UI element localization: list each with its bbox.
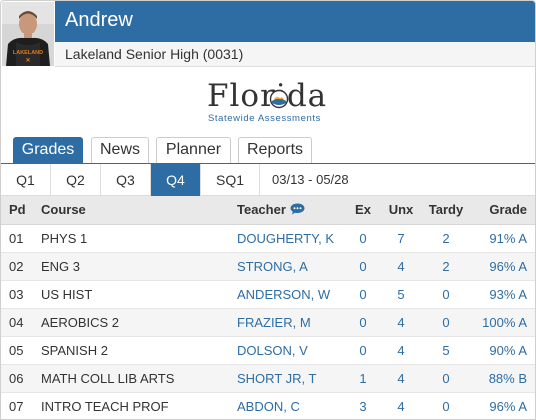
cell-teacher[interactable]: DOLSON, V — [229, 336, 347, 365]
cell-grade[interactable]: 96% A — [469, 252, 535, 281]
student-header: LAKELAND ✕ Andrew Lakeland Senior High (… — [1, 1, 535, 67]
cell-ex[interactable]: 0 — [347, 308, 379, 337]
cell-ex[interactable]: 0 — [347, 336, 379, 365]
grades-table: Pd Course Teacher Ex Unx Tardy Grade 01 P… — [1, 196, 535, 419]
quarter-selector: Q1 Q2 Q3 Q4 SQ1 03/13 - 05/28 — [1, 164, 535, 196]
col-teacher-label: Teacher — [237, 202, 286, 218]
date-range: 03/13 - 05/28 — [272, 172, 349, 187]
gradebook-panel: LAKELAND ✕ Andrew Lakeland Senior High (… — [0, 0, 536, 420]
chat-bubble-icon[interactable] — [290, 203, 305, 215]
cell-teacher[interactable]: ABDON, C — [229, 392, 347, 419]
table-row: 03 US HIST ANDERSON, W 0 5 0 93% A — [1, 280, 535, 309]
cell-tardy[interactable]: 0 — [423, 280, 469, 309]
cell-unx[interactable]: 4 — [379, 336, 423, 365]
cell-course: ENG 3 — [33, 252, 229, 281]
cell-teacher[interactable]: SHORT JR, T — [229, 364, 347, 393]
cell-pd: 02 — [1, 252, 33, 281]
table-row: 01 PHYS 1 DOUGHERTY, K 0 7 2 91% A — [1, 224, 535, 253]
cell-teacher[interactable]: FRAZIER, M — [229, 308, 347, 337]
table-row: 05 SPANISH 2 DOLSON, V 0 4 5 90% A — [1, 336, 535, 365]
cell-pd: 04 — [1, 308, 33, 337]
cell-pd: 03 — [1, 280, 33, 309]
cell-pd: 05 — [1, 336, 33, 365]
cell-teacher[interactable]: STRONG, A — [229, 252, 347, 281]
cell-tardy[interactable]: 0 — [423, 364, 469, 393]
cell-unx[interactable]: 4 — [379, 364, 423, 393]
table-header-row: Pd Course Teacher Ex Unx Tardy Grade — [1, 196, 535, 225]
school-bar: Lakeland Senior High (0031) — [55, 42, 535, 67]
cell-grade[interactable]: 93% A — [469, 280, 535, 309]
tab-grades[interactable]: Grades — [13, 137, 83, 163]
cell-tardy[interactable]: 0 — [423, 392, 469, 419]
cell-course: AEROBICS 2 — [33, 308, 229, 337]
quarter-q2[interactable]: Q2 — [51, 164, 101, 196]
svg-text:✕: ✕ — [25, 57, 30, 64]
cell-course: MATH COLL LIB ARTS — [33, 364, 229, 393]
cell-unx[interactable]: 7 — [379, 224, 423, 253]
logo-title: Florida — [207, 78, 328, 114]
cell-pd: 06 — [1, 364, 33, 393]
cell-course: US HIST — [33, 280, 229, 309]
cell-course: PHYS 1 — [33, 224, 229, 253]
cell-ex[interactable]: 0 — [347, 224, 379, 253]
quarter-sq1[interactable]: SQ1 — [201, 164, 260, 196]
cell-grade[interactable]: 91% A — [469, 224, 535, 253]
cell-unx[interactable]: 4 — [379, 252, 423, 281]
cell-grade[interactable]: 88% B — [469, 364, 535, 393]
table-row: 06 MATH COLL LIB ARTS SHORT JR, T 1 4 0 88% B — [1, 364, 535, 393]
student-name: Andrew — [65, 9, 133, 31]
col-tardy: Tardy — [423, 196, 469, 225]
cell-grade[interactable]: 100% A — [469, 308, 535, 337]
cell-grade[interactable]: 90% A — [469, 336, 535, 365]
tab-news[interactable]: News — [91, 137, 149, 163]
col-course: Course — [33, 196, 229, 225]
cell-grade[interactable]: 96% A — [469, 392, 535, 419]
cell-pd: 01 — [1, 224, 33, 253]
cell-tardy[interactable]: 5 — [423, 336, 469, 365]
col-ex: Ex — [347, 196, 379, 225]
cell-tardy[interactable]: 0 — [423, 308, 469, 337]
cell-unx[interactable]: 4 — [379, 308, 423, 337]
cell-ex[interactable]: 1 — [347, 364, 379, 393]
logo-globe-icon — [269, 89, 289, 109]
table-row: 07 INTRO TEACH PROF ABDON, C 3 4 0 96% A — [1, 392, 535, 419]
cell-ex[interactable]: 0 — [347, 252, 379, 281]
cell-pd: 07 — [1, 392, 33, 419]
cell-ex[interactable]: 3 — [347, 392, 379, 419]
student-photo: LAKELAND ✕ — [2, 2, 54, 66]
school-name[interactable]: Lakeland Senior High (0031) — [65, 46, 243, 62]
student-name-bar: Andrew — [55, 1, 535, 42]
cell-course: SPANISH 2 — [33, 336, 229, 365]
florida-assessments-logo[interactable]: Florida Statewide Assessments — [207, 79, 332, 127]
table-row: 04 AEROBICS 2 FRAZIER, M 0 4 0 100% A — [1, 308, 535, 337]
col-teacher: Teacher — [229, 196, 347, 225]
cell-course: INTRO TEACH PROF — [33, 392, 229, 419]
jersey-text: LAKELAND — [13, 50, 43, 56]
tab-reports[interactable]: Reports — [238, 137, 312, 163]
col-grade: Grade — [469, 196, 535, 225]
cell-teacher[interactable]: ANDERSON, W — [229, 280, 347, 309]
quarter-q4[interactable]: Q4 — [151, 164, 201, 196]
cell-tardy[interactable]: 2 — [423, 252, 469, 281]
quarter-q3[interactable]: Q3 — [101, 164, 151, 196]
tab-planner[interactable]: Planner — [156, 137, 231, 163]
table-row: 02 ENG 3 STRONG, A 0 4 2 96% A — [1, 252, 535, 281]
col-pd: Pd — [1, 196, 33, 225]
quarter-q1[interactable]: Q1 — [1, 164, 51, 196]
cell-ex[interactable]: 0 — [347, 280, 379, 309]
cell-teacher[interactable]: DOUGHERTY, K — [229, 224, 347, 253]
logo-subtitle: Statewide Assessments — [208, 113, 321, 124]
col-unx: Unx — [379, 196, 423, 225]
cell-unx[interactable]: 4 — [379, 392, 423, 419]
cell-unx[interactable]: 5 — [379, 280, 423, 309]
avatar: LAKELAND ✕ — [2, 2, 54, 66]
cell-tardy[interactable]: 2 — [423, 224, 469, 253]
